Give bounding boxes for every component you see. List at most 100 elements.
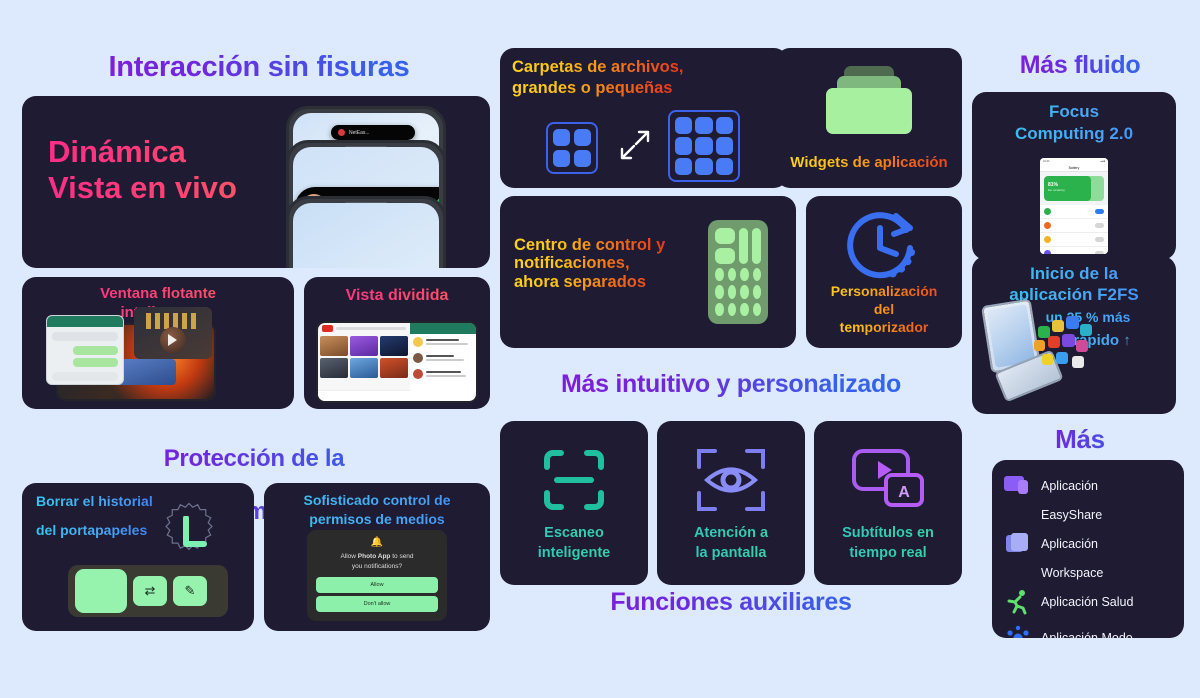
list-item-label: EasyShare bbox=[1041, 507, 1103, 522]
permissions-title-line1: Sofisticado control de bbox=[264, 492, 490, 508]
smart-scan-line2: inteligente bbox=[500, 545, 648, 562]
battery-row bbox=[1040, 219, 1108, 233]
dialog-app-name: Photo App bbox=[357, 553, 391, 561]
clipboard-preview-thumb bbox=[75, 569, 127, 613]
clipboard-title-line2: del portapapeles bbox=[36, 522, 148, 538]
card-clipboard-history[interactable]: Borrar el historial del portapapeles ⇄ ✎ bbox=[22, 483, 254, 631]
card-split-view[interactable]: Vista dividida bbox=[304, 277, 490, 409]
easyshare-icon bbox=[1004, 472, 1032, 500]
notification-permission-dialog[interactable]: 🔔 Allow Photo App to send you notificati… bbox=[307, 530, 447, 621]
allow-button[interactable]: Allow bbox=[316, 577, 438, 593]
focus-mode-icon bbox=[1004, 624, 1032, 638]
f2fs-line2: aplicación F2FS bbox=[972, 285, 1176, 305]
resize-diagonal-arrows-icon bbox=[620, 130, 650, 160]
card-live-subtitles[interactable]: A Subtítulos en tiempo real bbox=[814, 421, 962, 585]
edit-pencil-icon[interactable]: ✎ bbox=[173, 576, 207, 606]
folder-grid-3x3-icon bbox=[668, 110, 740, 182]
folders-title-line1: Carpetas de archivos, bbox=[512, 58, 684, 76]
app-icon-cluster bbox=[1030, 316, 1100, 370]
scan-frame-icon bbox=[544, 450, 604, 510]
music-banner-pill: NetEas... bbox=[331, 125, 415, 140]
card-f2fs-app-launch[interactable]: Inicio de la aplicación F2FS un 25 % más… bbox=[972, 256, 1176, 414]
card-floating-window[interactable]: Ventana flotante inteligente bbox=[22, 277, 294, 409]
svg-text:A: A bbox=[898, 484, 910, 501]
battery-row bbox=[1040, 233, 1108, 247]
card-timer-customization[interactable]: Personalización del temporizador bbox=[806, 196, 962, 348]
list-item-label: Aplicación bbox=[1041, 478, 1098, 493]
shuffle-icon[interactable]: ⇄ bbox=[133, 576, 167, 606]
music-banner-label: NetEas... bbox=[349, 129, 370, 136]
focus-computing-line1: Focus bbox=[972, 102, 1176, 122]
screen-attention-line2: la pantalla bbox=[657, 545, 805, 562]
f2fs-line1: Inicio de la bbox=[972, 264, 1176, 284]
battery-row bbox=[1040, 247, 1108, 254]
timer-line1: Personalización bbox=[806, 283, 962, 300]
card-file-folders[interactable]: Carpetas de archivos, grandes o pequeñas bbox=[500, 48, 788, 188]
list-item[interactable]: Aplicación bbox=[1004, 526, 1172, 562]
clipboard-l-mark-icon bbox=[183, 516, 207, 547]
dialog-prompt-post: to send bbox=[390, 553, 414, 561]
clipboard-toolbar[interactable]: ⇄ ✎ bbox=[68, 565, 228, 617]
workspace-icon bbox=[1004, 530, 1032, 558]
screen-attention-line1: Atención a bbox=[657, 525, 805, 542]
folders-title-line2: grandes o pequeñas bbox=[512, 79, 673, 97]
list-item-label: Aplicación Modo bbox=[1041, 630, 1133, 638]
section-title-interaction: Interacción sin fisuras bbox=[14, 51, 504, 84]
eye-attention-icon bbox=[697, 449, 765, 511]
list-item-label: Aplicación Salud bbox=[1041, 594, 1134, 609]
folder-grid-2x2-icon bbox=[546, 122, 598, 174]
hero-title-line1: Dinámica bbox=[48, 134, 298, 170]
list-item[interactable]: EasyShare bbox=[1004, 504, 1172, 526]
dialog-prompt-pre: Allow bbox=[340, 553, 358, 561]
stacked-widgets-icon bbox=[826, 66, 912, 134]
card-smart-scan[interactable]: Escaneo inteligente bbox=[500, 421, 648, 585]
card-focus-computing[interactable]: Focus Computing 2.0 10:24 ●●■ Battery 81%… bbox=[972, 92, 1176, 260]
card-screen-attention[interactable]: Atención a la pantalla bbox=[657, 421, 805, 585]
card-media-permissions[interactable]: Sofisticado control de permisos de medio… bbox=[264, 483, 490, 631]
control-center-line3: ahora separados bbox=[514, 273, 665, 291]
list-item-label: Workspace bbox=[1041, 565, 1104, 580]
battery-row bbox=[1040, 205, 1108, 219]
control-center-line2: notificaciones, bbox=[514, 254, 665, 272]
bell-icon: 🔔 bbox=[370, 537, 384, 549]
live-subtitles-line2: tiempo real bbox=[814, 545, 962, 562]
control-center-line1: Centro de control y bbox=[514, 236, 666, 254]
dialog-prompt: Allow Photo App to send you notification… bbox=[316, 552, 438, 571]
clipboard-title-line1: Borrar el historial bbox=[36, 493, 153, 509]
hero-title-line2: Vista en vivo bbox=[48, 170, 298, 206]
section-footer-auxiliary: Funciones auxiliares bbox=[496, 588, 966, 617]
card-dynamic-live-view[interactable]: Dinámica Vista en vivo NetEas... bbox=[22, 96, 490, 268]
timer-line3: temporizador bbox=[806, 319, 962, 336]
section-title-more: Más bbox=[972, 425, 1188, 454]
battery-percent: 81% bbox=[1048, 182, 1059, 188]
list-item[interactable]: Aplicación bbox=[1004, 468, 1172, 504]
card-app-widgets[interactable]: Widgets de aplicación bbox=[776, 48, 962, 188]
smart-scan-line1: Escaneo bbox=[500, 525, 648, 542]
protection-title-line1: Protección de la bbox=[163, 445, 345, 473]
list-item[interactable]: Aplicación Modo bbox=[1004, 620, 1172, 638]
timer-clock-icon bbox=[847, 212, 915, 279]
card-control-center[interactable]: Centro de control y notificaciones, ahor… bbox=[500, 196, 796, 348]
list-item[interactable]: Workspace bbox=[1004, 562, 1172, 584]
dynamic-island-phone-mockup: NetEas... 010-123456 Incoming call ☎ ☏ bbox=[264, 96, 464, 268]
subtitles-icon: A bbox=[852, 449, 924, 507]
control-center-panel-icon bbox=[708, 220, 768, 324]
card-more-apps[interactable]: Aplicación EasyShare Aplicación Workspac… bbox=[992, 460, 1184, 638]
focus-computing-line2: Computing 2.0 bbox=[972, 124, 1176, 144]
dialog-prompt-line2: you notifications? bbox=[351, 562, 403, 570]
floating-window-artwork bbox=[22, 277, 294, 409]
widgets-label: Widgets de aplicación bbox=[776, 154, 962, 172]
dont-allow-button[interactable]: Don't allow bbox=[316, 596, 438, 612]
battery-settings-screenshot: 10:24 ●●■ Battery 81% Est. remaining bbox=[1040, 158, 1108, 254]
permissions-title-line2: permisos de medios bbox=[264, 511, 490, 527]
infographic-root: Interacción sin fisuras Dinámica Vista e… bbox=[0, 0, 1200, 698]
list-item-label: Aplicación bbox=[1041, 536, 1098, 551]
battery-percent-sub: Est. remaining bbox=[1048, 189, 1065, 192]
battery-screen-title: Battery bbox=[1040, 164, 1108, 172]
split-view-artwork bbox=[304, 277, 490, 409]
section-title-intuitive: Más intuitivo y personalizado bbox=[496, 370, 966, 399]
live-subtitles-line1: Subtítulos en bbox=[814, 525, 962, 542]
timer-line2: del bbox=[806, 301, 962, 318]
section-title-fluid: Más fluido bbox=[972, 51, 1188, 80]
list-item[interactable]: Aplicación Salud bbox=[1004, 584, 1172, 620]
